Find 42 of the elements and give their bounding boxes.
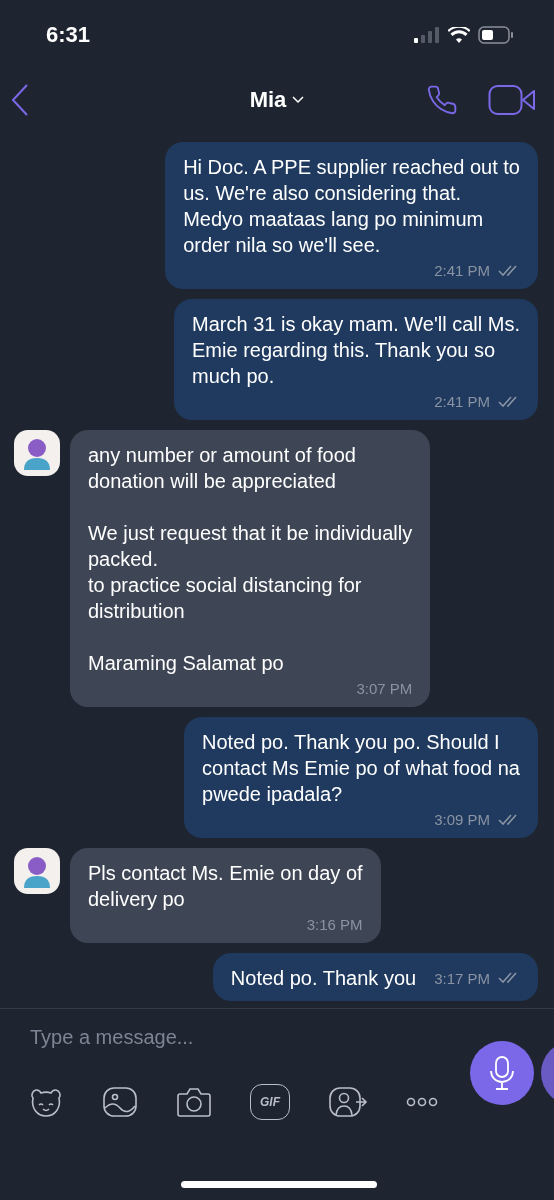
avatar[interactable] bbox=[14, 430, 60, 476]
message-time: 3:09 PM bbox=[434, 811, 490, 828]
share-contact-icon bbox=[328, 1086, 368, 1118]
image-icon bbox=[102, 1086, 138, 1118]
message-time: 3:16 PM bbox=[306, 916, 363, 933]
message-text: March 31 is okay mam. We'll call Ms. Emie regarding this. Thank you so much po. bbox=[192, 312, 520, 389]
phone-call-button[interactable] bbox=[426, 84, 458, 116]
person-silhouette-icon bbox=[22, 854, 52, 888]
microphone-icon bbox=[489, 1055, 515, 1091]
signal-icon bbox=[414, 27, 440, 43]
message-text: Noted po. Thank you po. Should I contact Ms Emie po of what food na pwede ipadala? bbox=[202, 730, 520, 807]
gallery-button[interactable] bbox=[102, 1086, 138, 1118]
read-receipt-icon bbox=[498, 264, 520, 277]
wifi-icon bbox=[448, 27, 470, 43]
read-receipt-icon bbox=[498, 395, 520, 408]
chevron-down-icon[interactable] bbox=[292, 96, 305, 104]
message-text: Pls contact Ms. Emie on day of delivery po bbox=[88, 861, 363, 912]
bear-face-icon bbox=[28, 1086, 64, 1118]
back-button[interactable] bbox=[10, 83, 30, 117]
avatar[interactable] bbox=[14, 848, 60, 894]
read-receipt-icon bbox=[498, 972, 520, 984]
message-time: 2:41 PM bbox=[434, 393, 490, 410]
contact-name[interactable]: Mia bbox=[249, 87, 287, 113]
gif-button[interactable]: GIF bbox=[250, 1084, 290, 1120]
camera-button[interactable] bbox=[176, 1086, 212, 1118]
contact-button[interactable] bbox=[328, 1086, 368, 1118]
message-text: any number or amount of food donation will be appreciated We just request that it be individually packed. to practice social distancing for distribution Maraming Salamat po bbox=[88, 443, 413, 676]
camera-icon bbox=[176, 1086, 212, 1118]
message-time: 2:41 PM bbox=[434, 262, 490, 279]
message-time: 3:07 PM bbox=[356, 680, 413, 697]
battery-icon bbox=[478, 26, 514, 44]
message-time: 3:17 PM bbox=[434, 969, 490, 987]
more-icon bbox=[406, 1097, 438, 1107]
sticker-button[interactable] bbox=[28, 1086, 64, 1118]
status-time: 6:31 bbox=[46, 22, 91, 48]
message-input[interactable]: Type a message... bbox=[28, 1025, 432, 1050]
message-text: Hi Doc. A PPE supplier reached out to us. We're also considering that. Medyo maataas lang po minimum order nila so we'll see. bbox=[183, 155, 520, 258]
message-text: Noted po. Thank you bbox=[230, 966, 417, 991]
read-receipt-icon bbox=[498, 813, 520, 826]
person-silhouette-icon bbox=[22, 436, 52, 470]
more-button[interactable] bbox=[406, 1097, 438, 1107]
video-call-button[interactable] bbox=[488, 84, 536, 116]
